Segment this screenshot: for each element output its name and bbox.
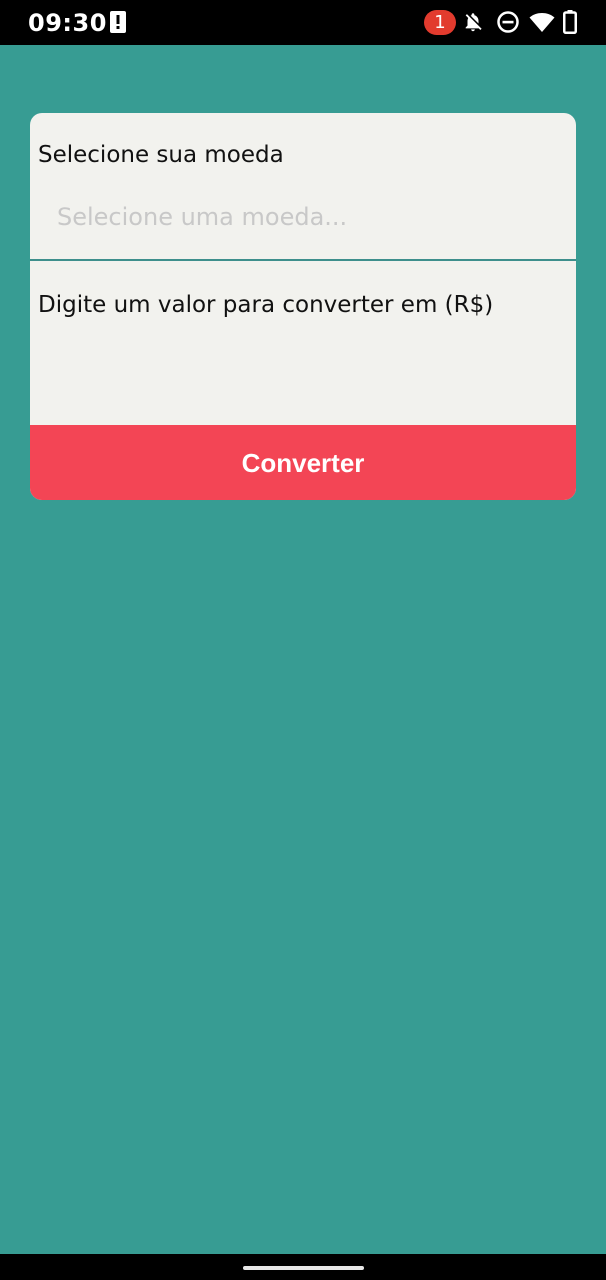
do-not-disturb-icon — [497, 11, 519, 33]
battery-icon — [563, 10, 577, 34]
status-bar: 09:30 1 — [0, 0, 606, 45]
home-indicator[interactable] — [243, 1266, 364, 1270]
navigation-bar — [0, 1254, 606, 1280]
currency-select[interactable]: Selecione uma moeda... — [30, 185, 576, 261]
currency-label: Selecione sua moeda — [38, 142, 284, 168]
wifi-icon — [529, 13, 555, 32]
value-input[interactable] — [38, 333, 568, 383]
notifications-off-icon — [465, 13, 482, 32]
currency-select-placeholder: Selecione uma moeda... — [57, 203, 348, 231]
alert-icon — [110, 11, 126, 33]
status-time: 09:30 — [28, 9, 107, 37]
converter-card: Selecione sua moeda Selecione uma moeda.… — [30, 113, 576, 500]
value-label: Digite um valor para converter em (R$) — [38, 292, 494, 318]
notification-badge: 1 — [424, 10, 456, 35]
convert-button[interactable]: Converter — [30, 425, 576, 500]
